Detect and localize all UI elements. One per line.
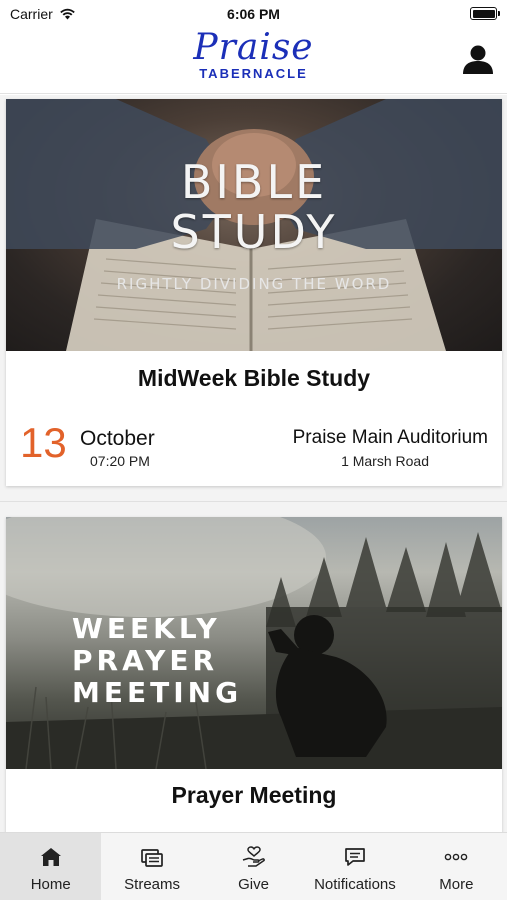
give-icon [242, 846, 265, 867]
tab-label: Notifications [314, 876, 396, 893]
app-logo[interactable]: Praise TABERNACLE [0, 27, 507, 82]
event-card[interactable]: WEEKLY PRAYER MEETING Prayer Meeting [6, 517, 502, 832]
event-title: MidWeek Bible Study [137, 365, 371, 391]
event-details: 13 October 07:20 PM Praise Main Auditori… [6, 421, 502, 471]
tab-home[interactable]: Home [0, 833, 102, 900]
tab-streams[interactable]: Streams [101, 833, 202, 900]
tab-label: More [439, 876, 474, 893]
event-image: WEEKLY PRAYER MEETING [6, 517, 502, 769]
event-title: Prayer Meeting [171, 782, 337, 808]
profile-button[interactable] [461, 42, 495, 76]
event-address: 1 Marsh Road [341, 453, 429, 469]
event-card[interactable]: BIBLE STUDY RIGHTLY DIVIDING THE WORD Mi… [6, 99, 502, 486]
more-icon [445, 853, 468, 861]
image-title-line: BIBLE [180, 155, 328, 209]
tab-notifications[interactable]: Notifications [304, 833, 405, 900]
image-tagline: RIGHTLY DIVIDING THE WORD [116, 275, 392, 293]
app-header: Praise TABERNACLE [0, 28, 507, 94]
image-title-line: STUDY [170, 205, 338, 259]
image-title-line: WEEKLY [72, 612, 221, 645]
feed-divider [0, 501, 507, 502]
clock: 6:06 PM [227, 6, 280, 22]
notifications-icon [345, 848, 365, 866]
tab-give[interactable]: Give [203, 833, 304, 900]
home-icon [40, 848, 61, 866]
event-time: 07:20 PM [90, 453, 150, 469]
tab-label: Give [238, 876, 269, 893]
logo-script-text: Praise [193, 27, 314, 68]
logo-subtitle: TABERNACLE [199, 66, 308, 81]
tab-label: Streams [124, 876, 181, 893]
image-title-line: MEETING [72, 676, 243, 709]
user-icon [463, 45, 493, 74]
event-day: 13 [20, 419, 67, 466]
tab-label: Home [30, 876, 71, 893]
event-image: BIBLE STUDY RIGHTLY DIVIDING THE WORD [6, 99, 502, 351]
image-title: BIBLE STUDY [6, 157, 502, 257]
event-feed[interactable]: BIBLE STUDY RIGHTLY DIVIDING THE WORD Mi… [0, 95, 507, 832]
image-title: WEEKLY PRAYER MEETING [72, 613, 292, 709]
image-title-line: PRAYER [72, 644, 219, 677]
event-month: October [80, 427, 155, 450]
streams-icon [141, 849, 163, 867]
battery-icon [470, 7, 500, 20]
tab-more[interactable]: More [406, 833, 507, 900]
bottom-tab-bar: Home Streams Give Notifications More [0, 832, 507, 900]
status-bar: Carrier 6:06 PM [0, 0, 507, 28]
event-venue: Praise Main Auditorium [292, 427, 488, 448]
